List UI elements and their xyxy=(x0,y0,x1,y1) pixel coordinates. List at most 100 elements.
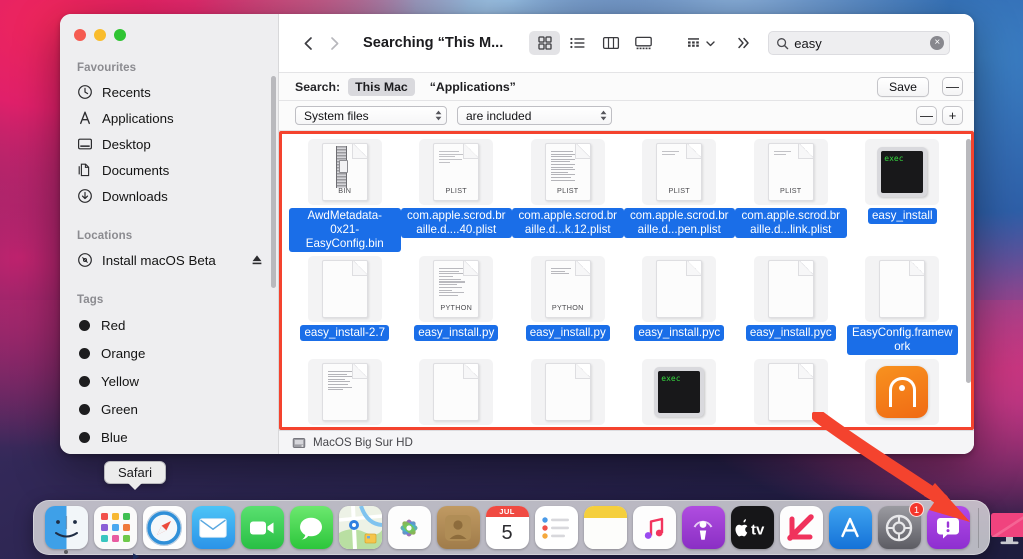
file-item[interactable] xyxy=(401,359,513,425)
dock-item-maps[interactable] xyxy=(336,504,384,552)
file-item[interactable] xyxy=(847,359,959,425)
sidebar-item-desktop[interactable]: Desktop xyxy=(60,131,278,157)
view-as-gallery-button[interactable] xyxy=(628,31,659,55)
search-input[interactable]: easy xyxy=(794,36,925,51)
finder-content: Searching “This M... easy × Search: This… xyxy=(279,14,974,454)
archive-doc-icon: BIN xyxy=(321,143,368,201)
sidebar-tag-green[interactable]: Green xyxy=(60,395,278,423)
file-grid-scrollbar[interactable] xyxy=(966,139,971,383)
file-item[interactable]: easy_install-2.7 xyxy=(289,256,401,355)
display-icon xyxy=(988,506,1023,549)
file-thumbnail xyxy=(865,359,940,425)
dock-item-facetime[interactable] xyxy=(238,504,286,552)
file-kind-label: PLIST xyxy=(445,186,467,195)
plist-doc-icon: PLIST xyxy=(767,143,814,201)
close-button[interactable] xyxy=(74,29,86,41)
sidebar-item-applications[interactable]: Applications xyxy=(60,105,278,131)
criteria-remove-button[interactable]: — xyxy=(916,106,937,125)
sidebar-item-documents[interactable]: Documents xyxy=(60,157,278,183)
clear-search-icon[interactable]: × xyxy=(930,36,945,50)
view-as-list-button[interactable] xyxy=(562,31,593,55)
criteria-attribute-value: System files xyxy=(304,108,369,123)
sidebar-item-downloads[interactable]: Downloads xyxy=(60,183,278,209)
file-kind-label: BIN xyxy=(338,186,352,195)
file-item[interactable]: EasyConfig.framework xyxy=(846,256,958,355)
file-name-label: easy_install xyxy=(867,208,937,224)
view-as-icons-button[interactable] xyxy=(529,31,561,55)
file-item[interactable]: PLIST com.apple.scrod.braille.d....40.pl… xyxy=(400,139,512,252)
file-item[interactable]: exec easy_install xyxy=(847,139,959,252)
more-toolbar-button[interactable] xyxy=(736,35,752,51)
dock-item-feedback-assistant[interactable] xyxy=(924,504,972,552)
zoom-button[interactable] xyxy=(114,29,126,41)
file-item[interactable] xyxy=(289,359,401,425)
dock-item-messages[interactable] xyxy=(287,504,335,552)
scope-this-mac[interactable]: This Mac xyxy=(348,77,415,96)
view-as-columns-button[interactable] xyxy=(595,31,626,55)
mouse-cursor: ▸ xyxy=(133,548,140,559)
sidebar-scrollbar[interactable] xyxy=(271,76,276,288)
scope-applications[interactable]: “Applications” xyxy=(423,78,523,96)
gallery-view-icon xyxy=(635,36,653,50)
file-item[interactable]: easy_install.pyc xyxy=(735,256,847,355)
dock-item-notes[interactable] xyxy=(581,504,629,552)
file-item[interactable]: easy_install.pyc xyxy=(624,256,736,355)
file-item[interactable] xyxy=(735,359,847,425)
dock-item-photos[interactable] xyxy=(385,504,433,552)
dock-item-launchpad[interactable] xyxy=(91,504,139,552)
sidebar-item-label: Blue xyxy=(101,429,128,445)
python-doc-icon: PYTHON xyxy=(544,260,591,318)
sidebar-item-install-macos-beta[interactable]: Install macOS Beta xyxy=(60,247,278,273)
dock-item-finder[interactable] xyxy=(42,504,90,554)
file-item[interactable]: exec xyxy=(624,359,736,425)
desktop-icon xyxy=(78,138,93,150)
svg-text:tv: tv xyxy=(751,521,765,536)
minimize-button[interactable] xyxy=(94,29,106,41)
file-item[interactable]: BIN AwdMetadata-0x21-EasyConfig.bin xyxy=(289,139,401,252)
finder-icon xyxy=(44,506,88,549)
dock: JUL 5 tv 1 xyxy=(33,500,1023,555)
file-item[interactable]: PYTHON easy_install.py xyxy=(401,256,513,355)
maps-icon xyxy=(338,506,382,549)
sidebar-tag-yellow[interactable]: Yellow xyxy=(60,367,278,395)
view-mode-group xyxy=(529,31,659,55)
file-thumbnail: PLIST xyxy=(419,139,494,205)
search-field[interactable]: easy × xyxy=(768,31,951,55)
dock-item-music[interactable] xyxy=(630,504,678,552)
file-item[interactable]: PYTHON easy_install.py xyxy=(512,256,624,355)
dock-item-mail[interactable] xyxy=(189,504,237,552)
file-item[interactable] xyxy=(512,359,624,425)
eject-icon[interactable] xyxy=(249,252,265,268)
dock-item-news[interactable] xyxy=(777,504,825,552)
criteria-condition-select[interactable]: are included xyxy=(457,106,612,125)
dock-item-calendar[interactable]: JUL 5 xyxy=(483,504,531,552)
back-button[interactable] xyxy=(295,30,321,56)
blank-doc-icon xyxy=(879,260,926,318)
dock-item-appletv[interactable]: tv xyxy=(728,504,776,552)
criteria-add-button[interactable]: + xyxy=(942,106,963,125)
forward-button[interactable] xyxy=(321,30,347,56)
dock-item-system-preferences[interactable]: 1 xyxy=(875,501,924,552)
dock-item-reminders[interactable] xyxy=(532,504,580,552)
sidebar-tag-orange[interactable]: Orange xyxy=(60,339,278,367)
dock-item-contacts[interactable] xyxy=(434,504,482,552)
file-thumbnail: PYTHON xyxy=(419,256,494,322)
group-by-button[interactable] xyxy=(685,35,716,51)
appstore-icon xyxy=(828,506,872,549)
save-search-button[interactable]: Save xyxy=(876,76,929,97)
file-item[interactable]: PLIST com.apple.scrod.braille.d...pen.pl… xyxy=(623,139,735,252)
sidebar-tag-red[interactable]: Red xyxy=(60,311,278,339)
dock-item-display[interactable] xyxy=(985,504,1023,552)
dock-item-podcasts[interactable] xyxy=(679,504,727,552)
search-criteria-bar: System files are included — + xyxy=(279,100,974,130)
dock-item-appstore[interactable] xyxy=(826,504,874,552)
sidebar-tag-blue[interactable]: Blue xyxy=(60,423,278,451)
file-grid-area[interactable]: BIN AwdMetadata-0x21-EasyConfig.bin PLIS… xyxy=(279,130,974,430)
file-item[interactable]: PLIST com.apple.scrod.braille.d...link.p… xyxy=(735,139,847,252)
criteria-attribute-select[interactable]: System files xyxy=(295,106,447,125)
file-thumbnail xyxy=(419,359,494,425)
dock-item-safari[interactable] xyxy=(140,504,188,552)
file-item[interactable]: PLIST com.apple.scrod.braille.d...k.12.p… xyxy=(512,139,624,252)
remove-criteria-button[interactable]: — xyxy=(942,77,963,96)
sidebar-item-recents[interactable]: Recents xyxy=(60,79,278,105)
